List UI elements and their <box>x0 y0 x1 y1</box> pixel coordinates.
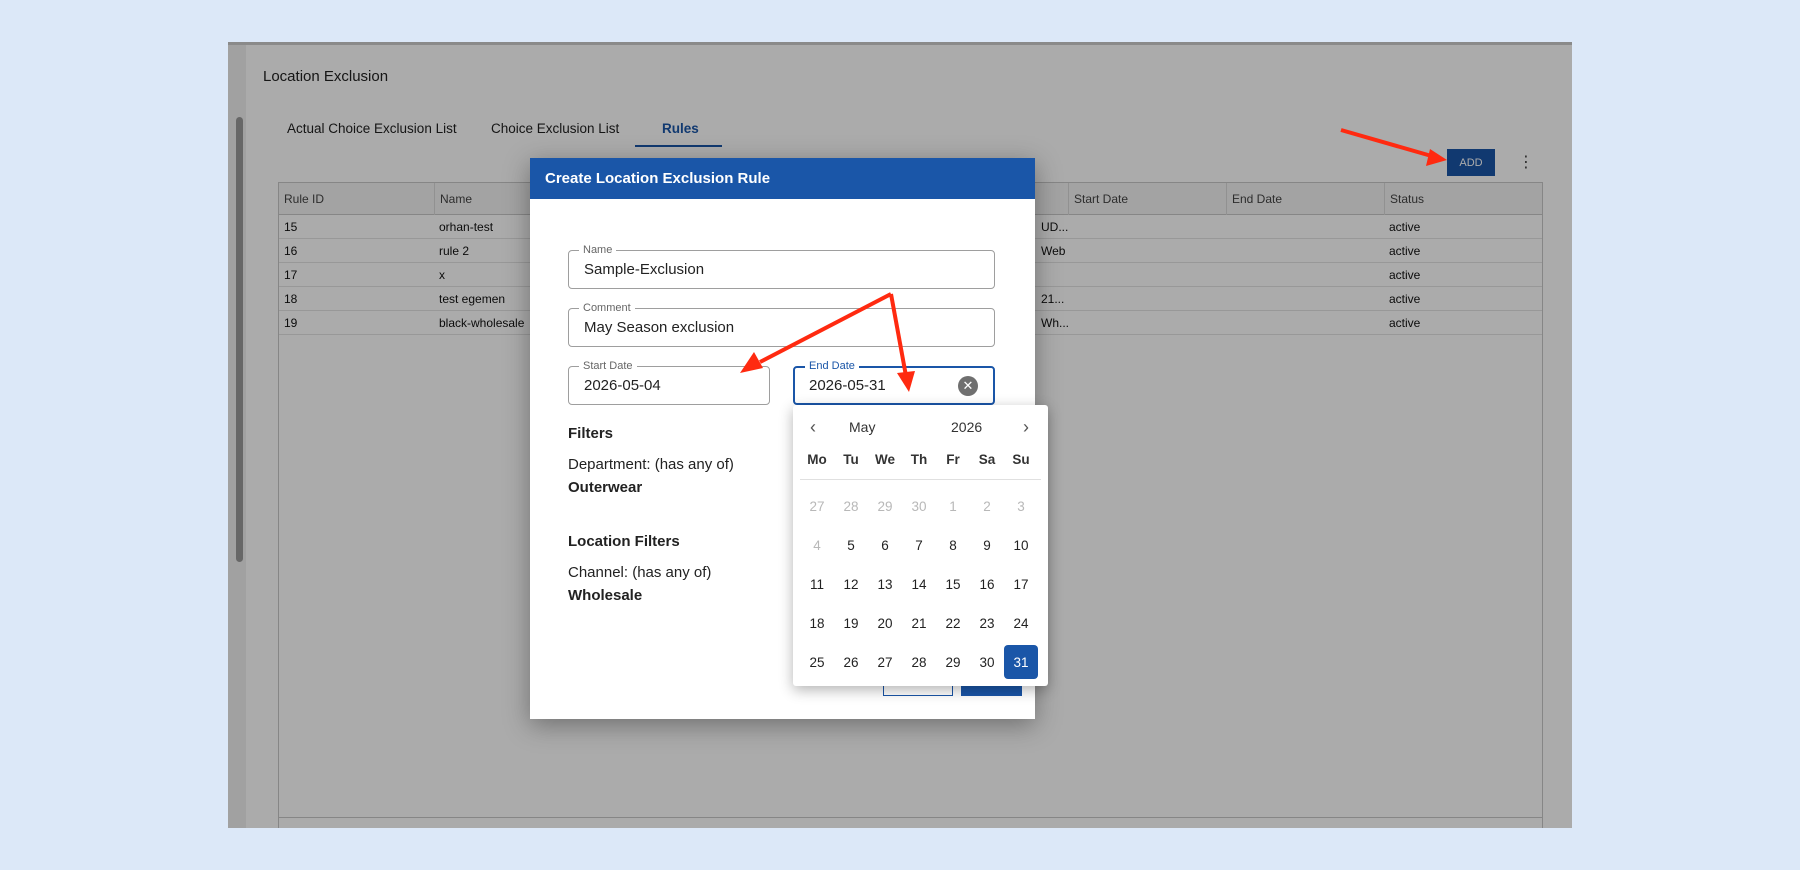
calendar-week: 25 26 27 28 29 30 31 <box>800 645 1041 679</box>
calendar-day[interactable]: 25 <box>800 645 834 679</box>
calendar-day[interactable]: 12 <box>834 567 868 601</box>
calendar-day[interactable]: 19 <box>834 606 868 640</box>
end-date-label: End Date <box>805 359 859 373</box>
start-date-value[interactable]: 2026-05-04 <box>584 377 661 394</box>
name-field-label: Name <box>579 243 617 257</box>
calendar-day[interactable]: 27 <box>868 645 902 679</box>
name-field[interactable]: Name Sample-Exclusion <box>568 243 995 289</box>
calendar-day[interactable]: 11 <box>800 567 834 601</box>
calendar-day[interactable]: 2 <box>970 489 1004 523</box>
calendar-day[interactable]: 24 <box>1004 606 1038 640</box>
comment-field[interactable]: Comment May Season exclusion <box>568 301 995 347</box>
calendar-day[interactable]: 27 <box>800 489 834 523</box>
calendar-week: 11 12 13 14 15 16 17 <box>800 567 1041 601</box>
calendar-day[interactable]: 8 <box>936 528 970 562</box>
comment-field-value[interactable]: May Season exclusion <box>584 319 734 336</box>
calendar-day[interactable]: 29 <box>936 645 970 679</box>
calendar-day[interactable]: 5 <box>834 528 868 562</box>
calendar-week: 27 28 29 30 1 2 3 <box>800 489 1041 523</box>
location-filters-title: Location Filters <box>568 533 680 550</box>
calendar-day[interactable]: 1 <box>936 489 970 523</box>
calendar-day[interactable]: 26 <box>834 645 868 679</box>
calendar-day[interactable]: 15 <box>936 567 970 601</box>
calendar-day[interactable]: 28 <box>834 489 868 523</box>
clear-icon[interactable]: ✕ <box>958 376 978 396</box>
start-date-field[interactable]: Start Date 2026-05-04 <box>568 359 770 405</box>
calendar-day[interactable]: 29 <box>868 489 902 523</box>
name-field-value[interactable]: Sample-Exclusion <box>584 261 704 278</box>
end-date-value[interactable]: 2026-05-31 <box>809 377 886 394</box>
calendar-day[interactable]: 20 <box>868 606 902 640</box>
calendar-day[interactable]: 7 <box>902 528 936 562</box>
end-date-field[interactable]: End Date 2026-05-31 ✕ <box>793 359 995 405</box>
calendar-day[interactable]: 16 <box>970 567 1004 601</box>
date-picker-divider <box>800 479 1041 480</box>
date-picker-month[interactable]: May <box>849 419 875 435</box>
calendar-day[interactable]: 21 <box>902 606 936 640</box>
weekday-label: Th <box>910 452 928 467</box>
calendar-day[interactable]: 17 <box>1004 567 1038 601</box>
calendar-day[interactable]: 14 <box>902 567 936 601</box>
department-filter-label: Department: (has any of) <box>568 456 734 473</box>
calendar-day[interactable]: 28 <box>902 645 936 679</box>
calendar-day-selected[interactable]: 31 <box>1004 645 1038 679</box>
calendar-day[interactable]: 4 <box>800 528 834 562</box>
comment-field-label: Comment <box>579 301 635 315</box>
date-picker-popup: ‹ May 2026 › Mo Tu We Th Fr Sa Su 27 28 29 30 1 2 3 4… <box>793 405 1048 686</box>
weekday-label: Tu <box>843 452 859 467</box>
start-date-label: Start Date <box>579 359 637 373</box>
weekday-label: Su <box>1012 452 1030 467</box>
date-picker-year[interactable]: 2026 <box>951 419 982 435</box>
weekday-label: Fr <box>946 452 960 467</box>
channel-filter-value: Wholesale <box>568 587 643 604</box>
calendar-day[interactable]: 9 <box>970 528 1004 562</box>
date-picker-days: 27 28 29 30 1 2 3 4 5 6 7 8 9 10 11 12 13 14 15 16 17 18 19 20 2… <box>800 489 1041 684</box>
calendar-week: 18 19 20 21 22 23 24 <box>800 606 1041 640</box>
calendar-day[interactable]: 22 <box>936 606 970 640</box>
calendar-day[interactable]: 6 <box>868 528 902 562</box>
weekday-label: Sa <box>978 452 996 467</box>
calendar-day[interactable]: 30 <box>970 645 1004 679</box>
calendar-day[interactable]: 3 <box>1004 489 1038 523</box>
calendar-day[interactable]: 10 <box>1004 528 1038 562</box>
chevron-left-icon[interactable]: ‹ <box>803 417 823 437</box>
dialog-title: Create Location Exclusion Rule <box>530 158 1035 199</box>
calendar-day[interactable]: 30 <box>902 489 936 523</box>
calendar-day[interactable]: 18 <box>800 606 834 640</box>
weekday-label: Mo <box>807 452 827 467</box>
channel-filter-label: Channel: (has any of) <box>568 564 712 581</box>
weekday-label: We <box>874 452 895 467</box>
weekday-header: Mo Tu We Th Fr Sa Su <box>800 452 1041 470</box>
calendar-day[interactable]: 23 <box>970 606 1004 640</box>
filters-title: Filters <box>568 425 614 442</box>
calendar-week: 4 5 6 7 8 9 10 <box>800 528 1041 562</box>
department-filter-value: Outerwear <box>568 479 643 496</box>
chevron-right-icon[interactable]: › <box>1016 417 1036 437</box>
calendar-day[interactable]: 13 <box>868 567 902 601</box>
